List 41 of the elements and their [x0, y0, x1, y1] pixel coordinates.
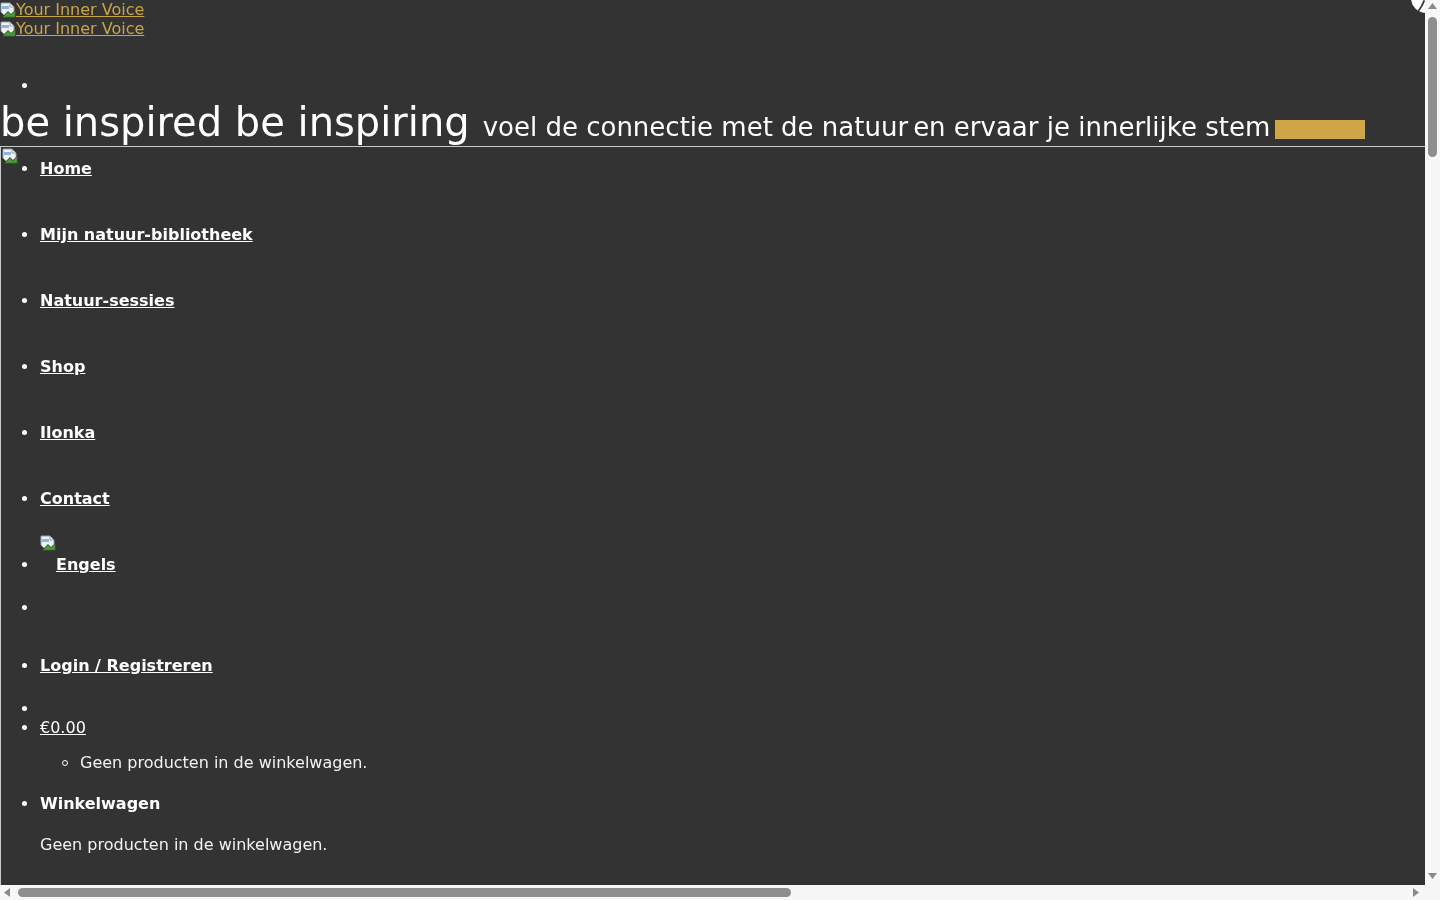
- bullet-icon: [22, 562, 27, 567]
- language-link[interactable]: Engels: [40, 535, 116, 574]
- bullet-icon: [22, 725, 27, 730]
- nav-link[interactable]: Mijn natuur-bibliotheek: [40, 225, 253, 244]
- nav-link[interactable]: Contact: [40, 489, 110, 508]
- up-arrow-icon[interactable]: [1428, 3, 1437, 9]
- bullet-icon: [22, 232, 27, 237]
- broken-image-icon: [2, 148, 18, 164]
- nav-link[interactable]: Natuur-sessies: [40, 291, 175, 310]
- bullet-icon: [22, 801, 27, 806]
- cart-total-link[interactable]: €0.00: [40, 718, 86, 737]
- bullet-icon: [22, 298, 27, 303]
- cart-empty-text: Geen producten in de winkelwagen.: [40, 835, 328, 854]
- scrollbar-thumb[interactable]: [1428, 17, 1437, 157]
- cart-empty-text: Geen producten in de winkelwagen.: [80, 753, 368, 772]
- logo-link[interactable]: Your Inner Voice: [0, 0, 145, 19]
- bullet-icon: [22, 430, 27, 435]
- tagline-text: voel de connectie met de natuur: [482, 112, 909, 142]
- nav-link[interactable]: Shop: [40, 357, 86, 376]
- scrollbar-thumb[interactable]: [18, 888, 791, 897]
- bullet-icon: [22, 83, 27, 88]
- tagline-title: be inspired be inspiring: [0, 99, 470, 145]
- bullet-icon: [22, 663, 27, 668]
- round-button-icon[interactable]: [1411, 0, 1425, 13]
- bullet-icon: [22, 605, 27, 610]
- bullet-icon: [22, 364, 27, 369]
- cart-heading: Winkelwagen: [40, 794, 161, 813]
- broken-image-icon: [0, 21, 16, 37]
- left-arrow-icon[interactable]: [4, 888, 10, 897]
- logo-link[interactable]: Your Inner Voice: [0, 19, 145, 38]
- broken-image-icon: [0, 2, 16, 18]
- broken-image-icon: [40, 535, 56, 551]
- right-arrow-icon[interactable]: [1413, 888, 1419, 897]
- bullet-icon: [22, 166, 27, 171]
- nav-link[interactable]: Ilonka: [40, 423, 96, 442]
- down-arrow-icon[interactable]: [1428, 873, 1437, 879]
- tagline-text: en ervaar je innerlijke stem: [913, 112, 1271, 142]
- nav-link[interactable]: Login / Registreren: [40, 656, 213, 675]
- nav-link[interactable]: Home: [40, 159, 92, 178]
- bullet-icon: [22, 706, 27, 711]
- bullet-icon: [22, 496, 27, 501]
